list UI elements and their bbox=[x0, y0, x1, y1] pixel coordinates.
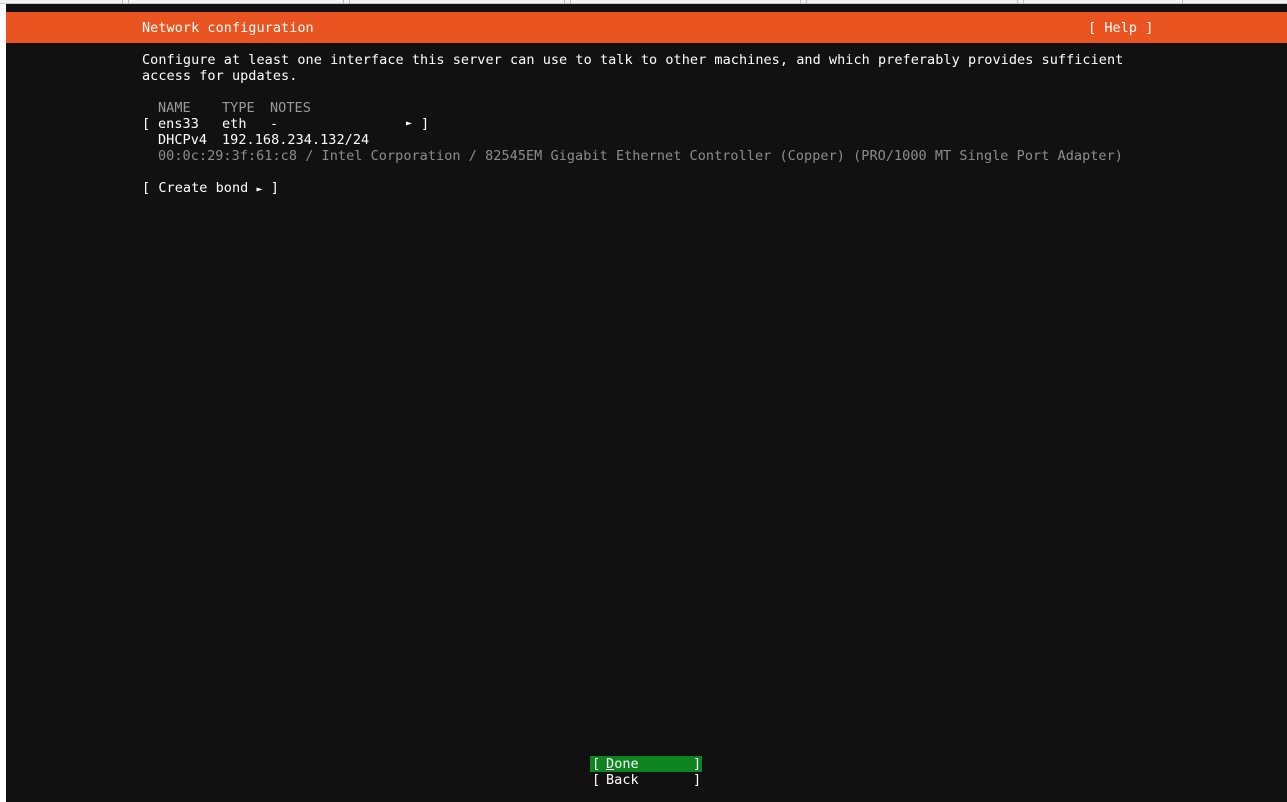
interface-name: ens33 bbox=[158, 116, 199, 132]
create-bond-button[interactable]: [ Create bond ► ] bbox=[142, 180, 279, 198]
interface-notes: - bbox=[270, 116, 279, 132]
hardware-description: 00:0c:29:3f:61:c8 / Intel Corporation / … bbox=[158, 148, 1123, 164]
row-bracket-right: ] bbox=[421, 116, 430, 132]
back-button[interactable]: [ Back ] bbox=[590, 772, 702, 788]
screen-header: Network configuration [ Help ] bbox=[6, 12, 1287, 43]
done-button[interactable]: [ Done ] bbox=[590, 756, 702, 772]
back-label: Back bbox=[606, 772, 639, 788]
row-bracket-left: [ bbox=[142, 116, 151, 132]
column-header-type: TYPE bbox=[222, 100, 255, 116]
column-header-name: NAME bbox=[158, 100, 191, 116]
installer-terminal: Network configuration [ Help ] Configure… bbox=[6, 4, 1287, 802]
interface-type: eth bbox=[222, 116, 247, 132]
help-button[interactable]: [ Help ] bbox=[1088, 20, 1153, 36]
page-title: Network configuration bbox=[142, 20, 314, 36]
create-bond-prefix: [ Create bond bbox=[142, 180, 257, 196]
intro-text-line-2: access for updates. bbox=[142, 68, 298, 84]
column-header-notes: NOTES bbox=[270, 100, 311, 116]
create-bond-suffix: ] bbox=[262, 180, 279, 196]
address-protocol: DHCPv4 bbox=[158, 132, 208, 148]
done-hotkey: D bbox=[606, 756, 615, 772]
submenu-arrow-icon: ► bbox=[406, 118, 413, 129]
done-label: Done bbox=[606, 756, 639, 772]
intro-text-line-1: Configure at least one interface this se… bbox=[142, 52, 1124, 68]
done-bracket-right: ] bbox=[693, 756, 702, 772]
done-label-rest: one bbox=[614, 756, 639, 772]
back-bracket-right: ] bbox=[693, 772, 702, 788]
ip-address: 192.168.234.132/24 bbox=[222, 132, 370, 148]
